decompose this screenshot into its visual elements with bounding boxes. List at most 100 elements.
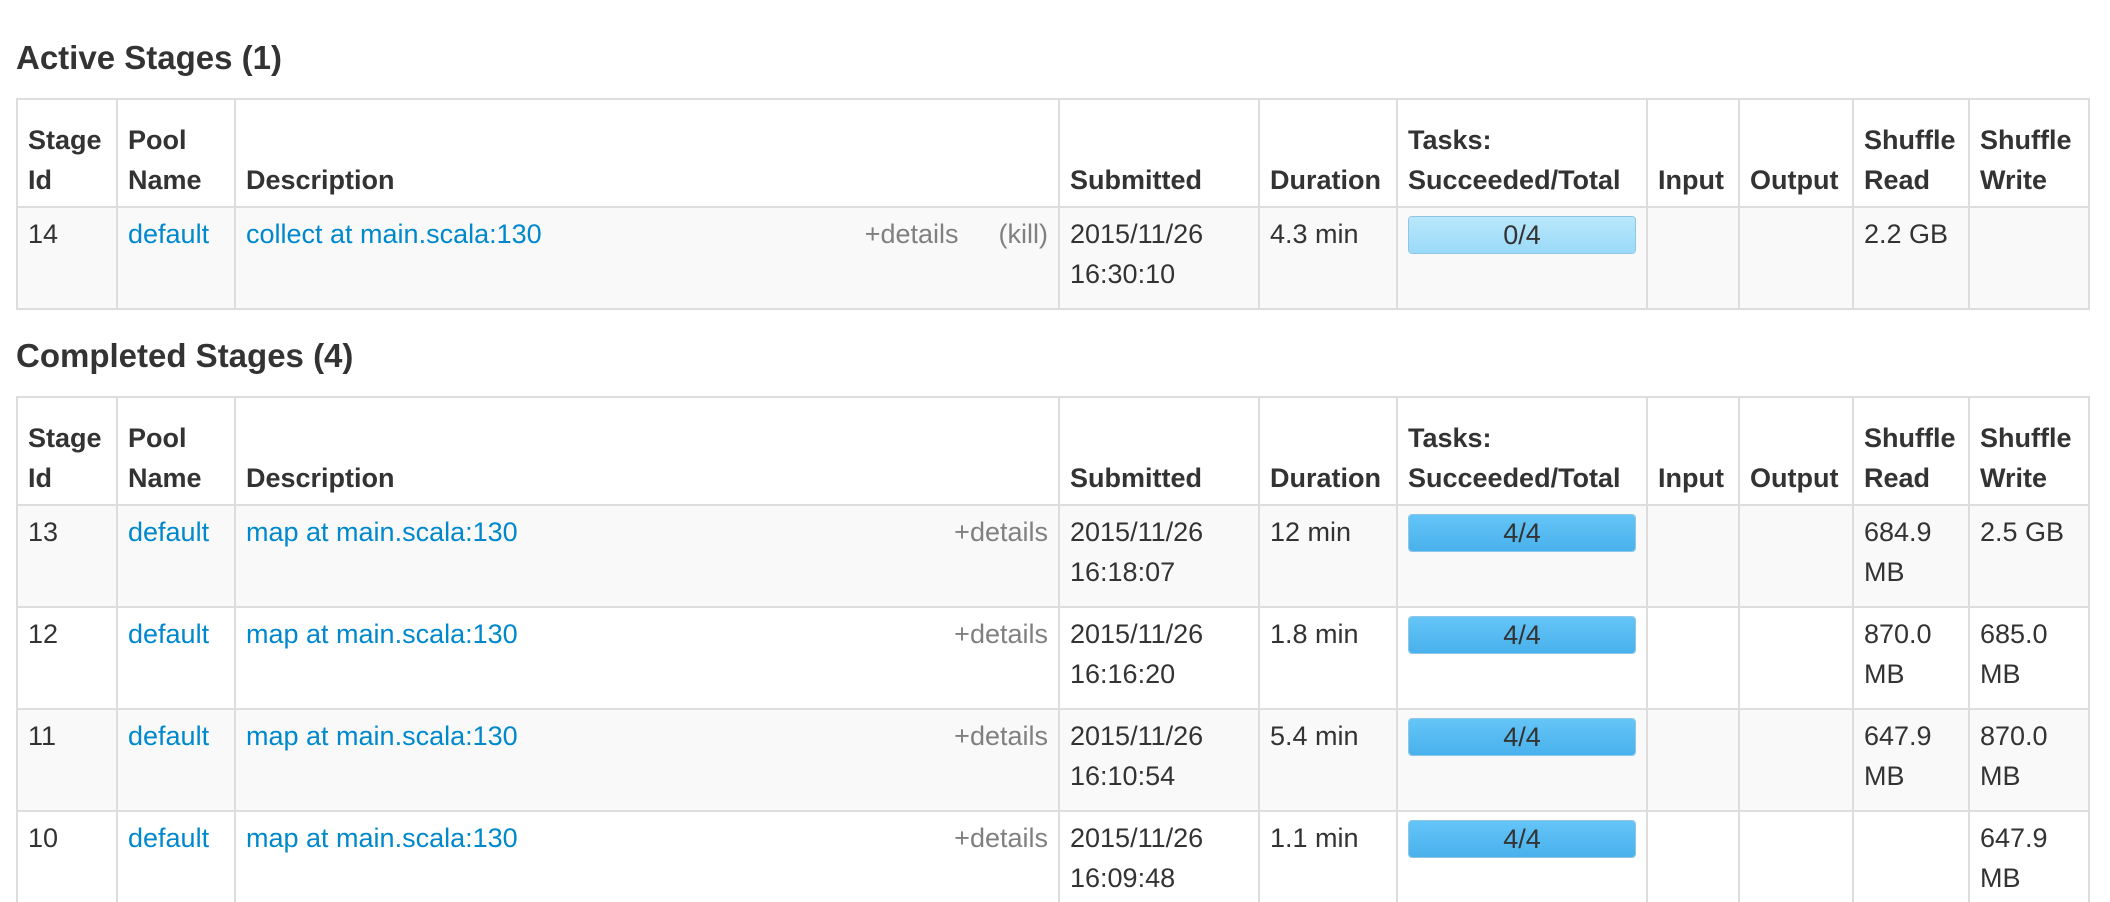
shuffle-write-unit: MB: [1980, 659, 2021, 689]
stage-description-link[interactable]: map at main.scala:130: [246, 721, 518, 751]
table-row: 11 default map at main.scala:130 +detail…: [16, 708, 2090, 812]
header-submitted[interactable]: Submitted: [1058, 396, 1260, 506]
pool-link[interactable]: default: [128, 823, 209, 853]
submitted-date: 2015/11/26: [1070, 823, 1204, 853]
details-toggle[interactable]: +details: [954, 823, 1048, 853]
shuffle-read: 870.0: [1864, 619, 1932, 649]
submitted-time: 16:10:54: [1070, 761, 1176, 791]
details-toggle[interactable]: +details: [865, 219, 959, 249]
header-shuffle-write[interactable]: Shuffle Write: [1968, 396, 2090, 506]
shuffle-write: 647.9: [1980, 823, 2048, 853]
progress-label: 0/4: [1503, 220, 1541, 250]
stage-id: 12: [16, 606, 118, 710]
progress-label: 4/4: [1503, 518, 1541, 548]
header-submitted[interactable]: Submitted: [1058, 98, 1260, 208]
progress-label: 4/4: [1503, 620, 1541, 650]
table-header-row: Stage Id Pool Name Description Submitted D…: [16, 98, 2090, 208]
shuffle-write: 2.5 GB: [1980, 517, 2065, 547]
header-description[interactable]: Description: [234, 396, 1060, 506]
output: [1738, 708, 1854, 812]
header-description[interactable]: Description: [234, 98, 1060, 208]
submitted-time: 16:18:07: [1070, 557, 1176, 587]
header-shuffle-read[interactable]: Shuffle Read: [1852, 396, 1970, 506]
active-stages-heading: Active Stages (1): [16, 39, 282, 76]
shuffle-write-unit: MB: [1980, 863, 2021, 893]
duration: 4.3 min: [1258, 206, 1398, 310]
tasks-progress-bar: 4/4: [1408, 820, 1636, 858]
completed-stages-table: Stage Id Pool Name Description Submitted D…: [16, 396, 2090, 902]
duration: 12 min: [1258, 504, 1398, 608]
pool-link[interactable]: default: [128, 721, 209, 751]
submitted-date: 2015/11/26: [1070, 619, 1204, 649]
output: [1738, 504, 1854, 608]
duration: 5.4 min: [1258, 708, 1398, 812]
details-toggle[interactable]: +details: [954, 517, 1048, 547]
shuffle-read-unit: MB: [1864, 557, 1905, 587]
header-tasks[interactable]: Tasks: Succeeded/Total: [1396, 396, 1648, 506]
pool-link[interactable]: default: [128, 219, 209, 249]
duration: 1.8 min: [1258, 606, 1398, 710]
shuffle-write: 870.0: [1980, 721, 2048, 751]
table-row: 13 default map at main.scala:130 +detail…: [16, 504, 2090, 608]
stages-page: Active Stages (1) Stage Id Pool Name Descr…: [0, 0, 2110, 902]
header-stage-id[interactable]: Stage Id: [16, 396, 118, 506]
stage-description-link[interactable]: map at main.scala:130: [246, 619, 518, 649]
pool-link[interactable]: default: [128, 619, 209, 649]
submitted-time: 16:09:48: [1070, 863, 1176, 893]
header-duration[interactable]: Duration: [1258, 98, 1398, 208]
input: [1646, 504, 1740, 608]
kill-link[interactable]: (kill): [999, 219, 1048, 249]
stage-id: 10: [16, 810, 118, 902]
table-header-row: Stage Id Pool Name Description Submitted D…: [16, 396, 2090, 506]
header-shuffle-read[interactable]: Shuffle Read: [1852, 98, 1970, 208]
table-row: 12 default map at main.scala:130 +detail…: [16, 606, 2090, 710]
active-stages-table: Stage Id Pool Name Description Submitted D…: [16, 98, 2090, 310]
header-shuffle-write[interactable]: Shuffle Write: [1968, 98, 2090, 208]
header-pool-name[interactable]: Pool Name: [116, 98, 236, 208]
shuffle-read-unit: MB: [1864, 659, 1905, 689]
progress-label: 4/4: [1503, 824, 1541, 854]
stage-description-link[interactable]: map at main.scala:130: [246, 517, 518, 547]
shuffle-write-unit: MB: [1980, 761, 2021, 791]
header-stage-id[interactable]: Stage Id: [16, 98, 118, 208]
completed-stages-heading: Completed Stages (4): [16, 337, 354, 374]
shuffle-write: 685.0: [1980, 619, 2048, 649]
shuffle-read: 2.2 GB: [1864, 219, 1949, 249]
shuffle-read: 684.9: [1864, 517, 1932, 547]
details-toggle[interactable]: +details: [954, 619, 1048, 649]
output: [1738, 810, 1854, 902]
header-tasks[interactable]: Tasks: Succeeded/Total: [1396, 98, 1648, 208]
submitted-date: 2015/11/26: [1070, 219, 1204, 249]
output: [1738, 606, 1854, 710]
stage-description-link[interactable]: map at main.scala:130: [246, 823, 518, 853]
header-input[interactable]: Input: [1646, 396, 1740, 506]
stage-description-link[interactable]: collect at main.scala:130: [246, 219, 542, 249]
progress-label: 4/4: [1503, 722, 1541, 752]
duration: 1.1 min: [1258, 810, 1398, 902]
tasks-progress-bar: 4/4: [1408, 514, 1636, 552]
header-input[interactable]: Input: [1646, 98, 1740, 208]
shuffle-read: 647.9: [1864, 721, 1932, 751]
submitted-date: 2015/11/26: [1070, 517, 1204, 547]
submitted-time: 16:16:20: [1070, 659, 1176, 689]
header-output[interactable]: Output: [1738, 98, 1854, 208]
submitted-time: 16:30:10: [1070, 259, 1176, 289]
tasks-progress-bar: 4/4: [1408, 616, 1636, 654]
input: [1646, 708, 1740, 812]
output: [1738, 206, 1854, 310]
stage-id: 13: [16, 504, 118, 608]
input: [1646, 206, 1740, 310]
table-row: 14 default collect at main.scala:130 +de…: [16, 206, 2090, 310]
details-toggle[interactable]: +details: [954, 721, 1048, 751]
input: [1646, 606, 1740, 710]
pool-link[interactable]: default: [128, 517, 209, 547]
table-row: 10 default map at main.scala:130 +detail…: [16, 810, 2090, 902]
header-output[interactable]: Output: [1738, 396, 1854, 506]
header-duration[interactable]: Duration: [1258, 396, 1398, 506]
tasks-progress-bar: 0/4: [1408, 216, 1636, 254]
submitted-date: 2015/11/26: [1070, 721, 1204, 751]
tasks-progress-bar: 4/4: [1408, 718, 1636, 756]
header-pool-name[interactable]: Pool Name: [116, 396, 236, 506]
shuffle-read-unit: MB: [1864, 761, 1905, 791]
stage-id: 14: [16, 206, 118, 310]
